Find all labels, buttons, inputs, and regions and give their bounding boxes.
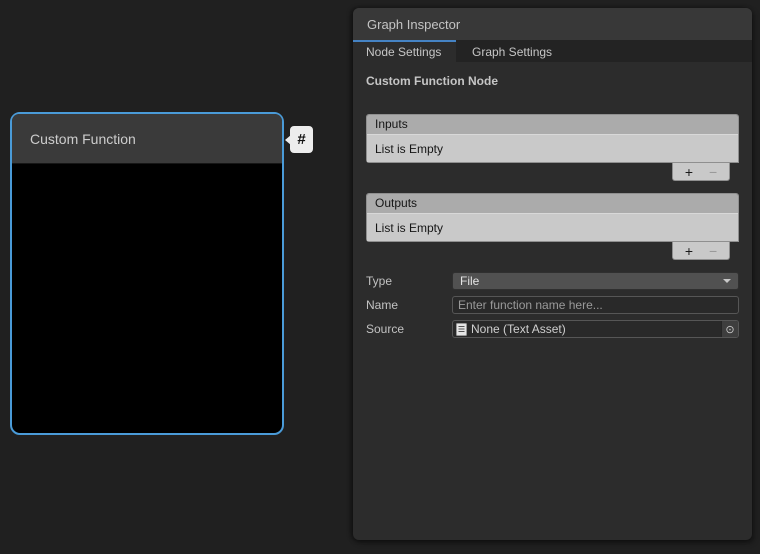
node-title: Custom Function [30,131,136,147]
inputs-list-header: Inputs [367,115,738,135]
type-label: Type [366,274,452,288]
inputs-list: Inputs List is Empty + − [366,114,739,181]
inputs-list-empty-row: List is Empty [367,135,738,162]
badge-tail-icon [285,135,291,145]
type-field-row: Type File [366,272,739,290]
tab-node-settings-label: Node Settings [366,45,441,59]
source-field-row: Source None (Text Asset) ⊙ [366,320,739,338]
inputs-list-footer-row: + − [366,163,739,181]
type-dropdown-value: File [460,274,479,288]
inputs-list-footer: + − [672,163,730,181]
hash-badge[interactable]: # [290,126,313,153]
name-input[interactable] [452,296,739,314]
dropdown-arrow-icon [723,279,731,283]
outputs-list-header: Outputs [367,194,738,214]
inputs-empty-text: List is Empty [375,142,443,156]
node-title-bar: Custom Function [12,114,282,164]
outputs-list-footer-row: + − [366,242,739,260]
panel-title: Graph Inspector [367,17,460,32]
text-asset-icon [456,323,467,336]
outputs-add-button[interactable]: + [685,244,693,258]
outputs-empty-text: List is Empty [375,221,443,235]
tab-bar: Node Settings Graph Settings [353,40,752,62]
inputs-remove-button[interactable]: − [709,165,717,179]
object-picker-icon: ⊙ [725,323,734,336]
name-label: Name [366,298,452,312]
source-label: Source [366,322,452,336]
inspector-content: Custom Function Node Inputs List is Empt… [353,74,752,338]
object-picker-button[interactable]: ⊙ [721,321,738,337]
graph-canvas[interactable]: Custom Function # Graph Inspector Node S… [0,0,760,554]
inputs-add-button[interactable]: + [685,165,693,179]
outputs-remove-button[interactable]: − [709,244,717,258]
source-object-value: None (Text Asset) [471,322,566,336]
custom-function-node[interactable]: Custom Function [10,112,284,435]
source-control: None (Text Asset) ⊙ [452,320,739,338]
name-field-row: Name [366,296,739,314]
inputs-list-box: Inputs List is Empty [366,114,739,163]
panel-header[interactable]: Graph Inspector [353,8,752,40]
tab-node-settings[interactable]: Node Settings [353,40,456,62]
name-control [452,296,739,314]
graph-inspector-panel: Graph Inspector Node Settings Graph Sett… [353,8,752,540]
outputs-list: Outputs List is Empty + − [366,193,739,260]
tab-graph-settings-label: Graph Settings [472,45,552,59]
hash-badge-glyph: # [297,131,305,148]
source-object-field[interactable]: None (Text Asset) [452,320,739,338]
outputs-list-empty-row: List is Empty [367,214,738,241]
outputs-list-box: Outputs List is Empty [366,193,739,242]
type-dropdown[interactable]: File [452,272,739,290]
tab-graph-settings[interactable]: Graph Settings [456,40,568,62]
outputs-list-footer: + − [672,242,730,260]
section-title: Custom Function Node [366,74,739,88]
type-control: File [452,272,739,290]
